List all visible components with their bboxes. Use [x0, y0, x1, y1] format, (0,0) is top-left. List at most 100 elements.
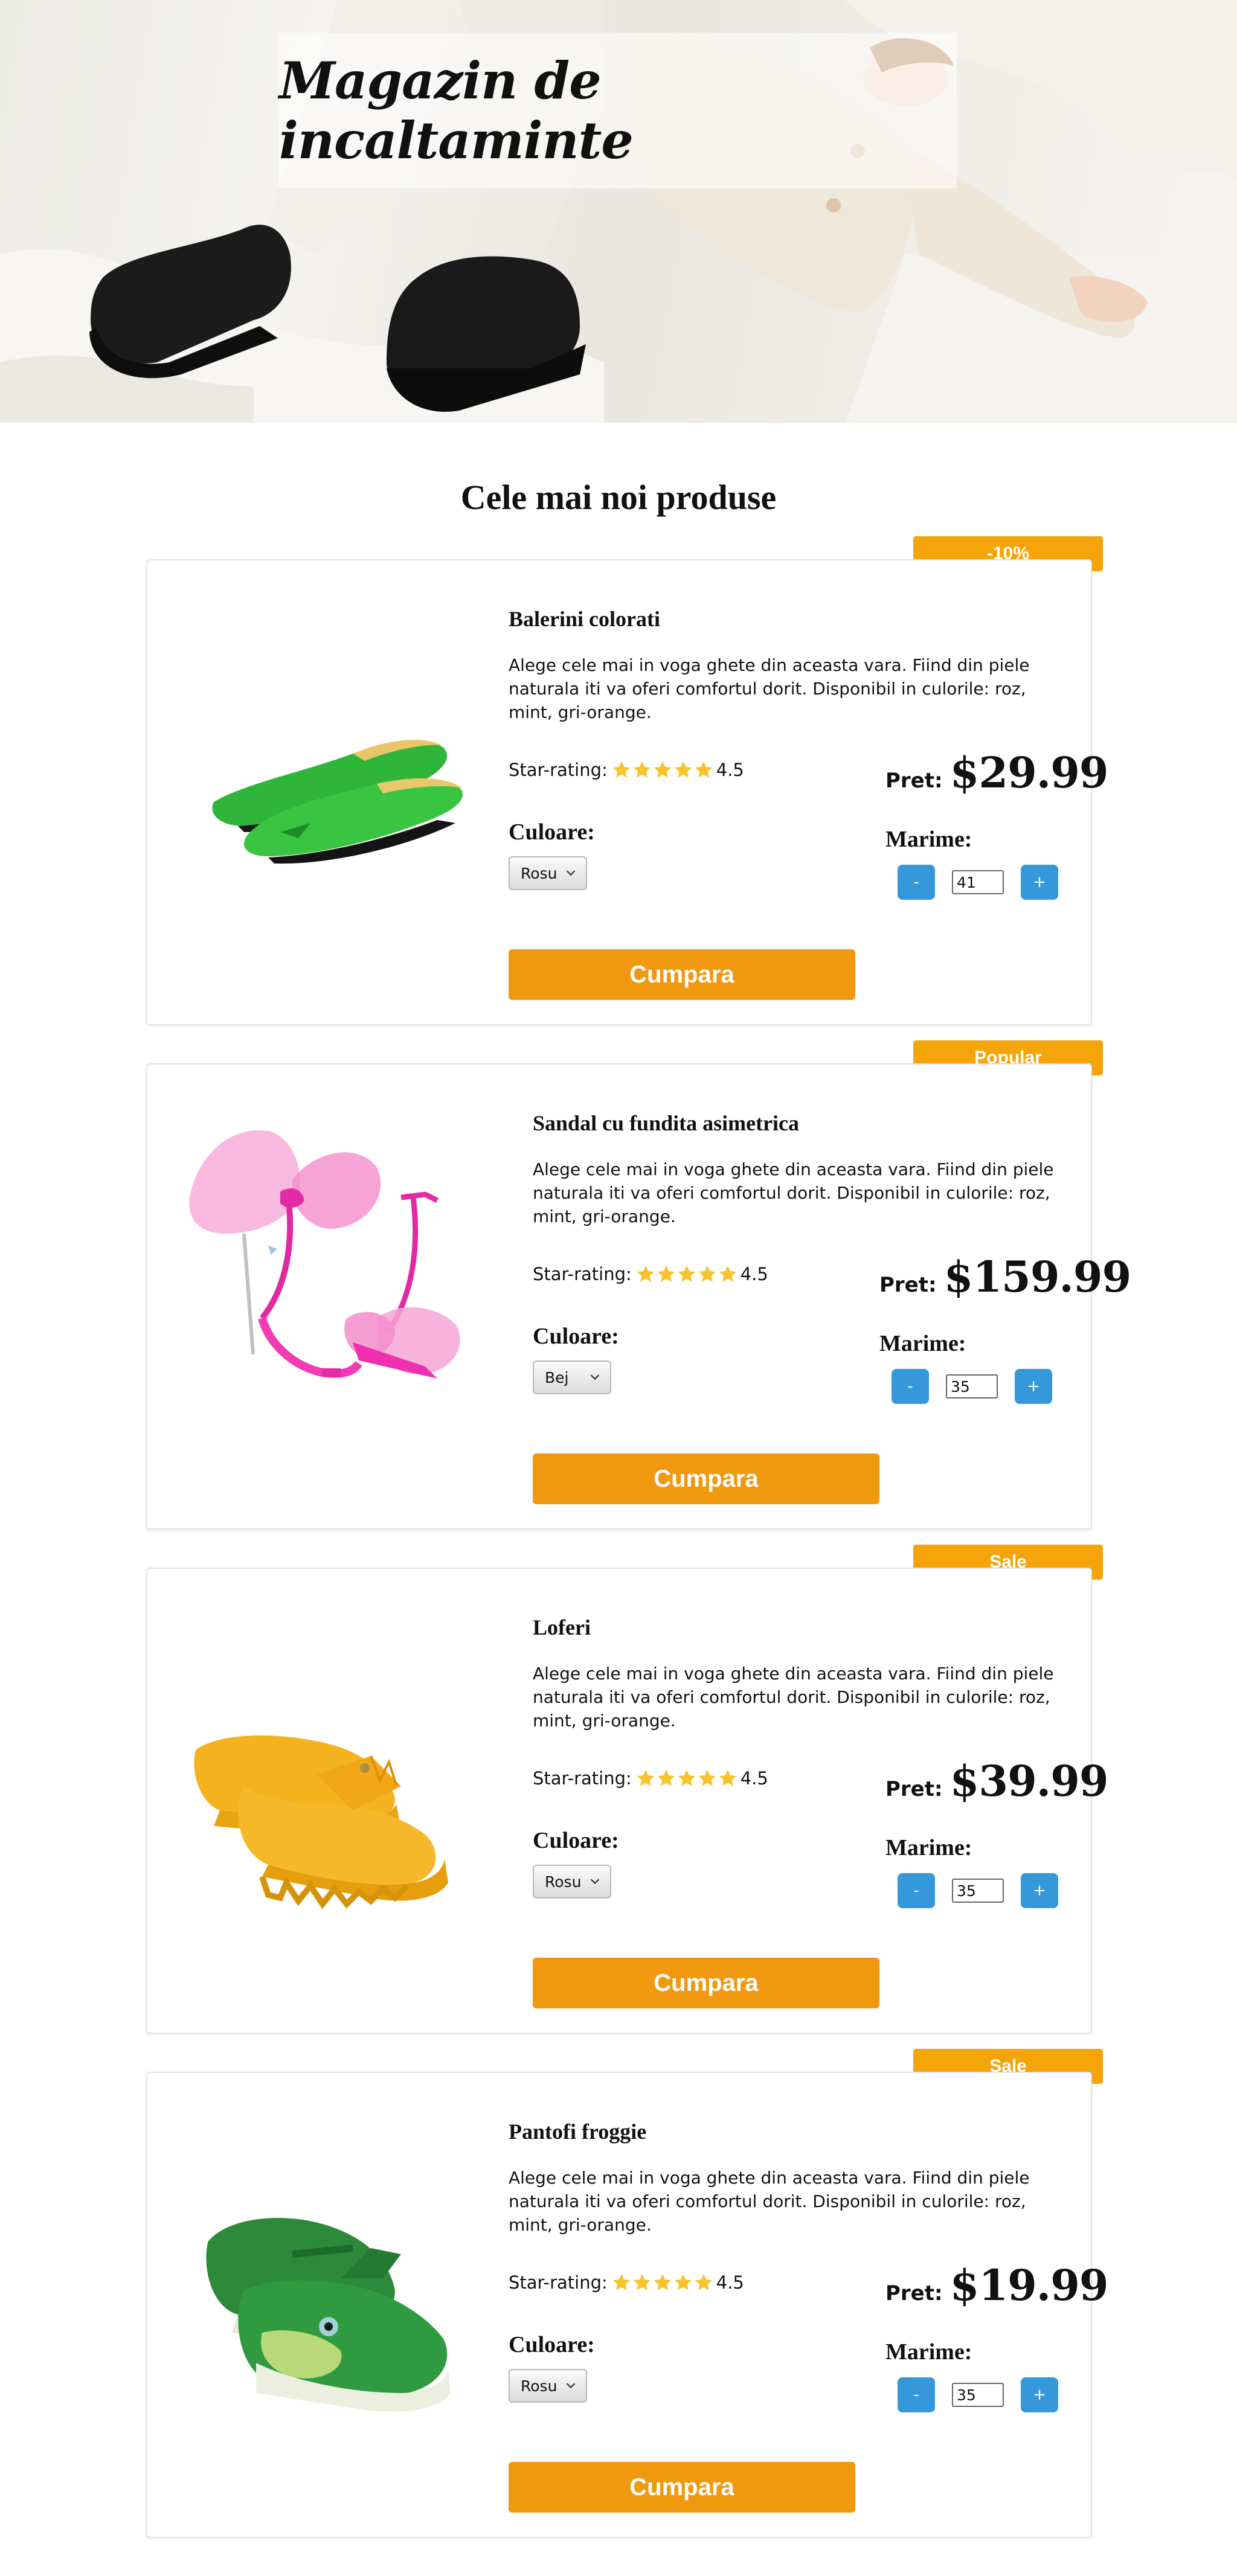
size-label: Marime: [885, 827, 972, 852]
product-price: Pret: $159.99 [879, 1252, 1131, 1302]
buy-button[interactable]: Cumpara [533, 1453, 879, 1504]
product-price: Pret: $39.99 [885, 1756, 1109, 1806]
product-description: Alege cele mai in voga ghete din aceasta… [509, 655, 1030, 722]
rating-stars [635, 1264, 738, 1284]
star-icon [633, 761, 651, 778]
buy-button[interactable]: Cumpara [509, 949, 855, 1000]
size-input[interactable]: 35 [946, 1374, 998, 1399]
price-value: $19.99 [949, 2260, 1109, 2310]
size-input[interactable]: 41 [952, 870, 1004, 894]
product-name: Sandal cu fundita asimetrica [533, 1111, 800, 1135]
size-minus-button[interactable]: - [892, 1369, 929, 1404]
size-plus-button[interactable]: + [1021, 865, 1058, 900]
section-title: Cele mai noi produse [460, 478, 777, 517]
colour-label: Culoare: [509, 819, 595, 845]
colour-label: Culoare: [509, 2332, 595, 2357]
product-rating: Star-rating: 4.5 [509, 760, 744, 780]
chevron-down-icon [566, 2383, 576, 2389]
size-plus-button[interactable]: + [1021, 2377, 1058, 2412]
size-input[interactable]: 35 [952, 2383, 1004, 2407]
size-label: Marime: [885, 1835, 972, 1860]
product-name: Pantofi froggie [509, 2119, 647, 2144]
colour-select[interactable]: Rosu [509, 856, 587, 890]
chevron-down-icon [590, 1374, 600, 1380]
product-description: Alege cele mai in voga ghete din aceasta… [509, 2168, 1030, 2235]
star-icon [695, 761, 712, 778]
colour-select-value: Bej [545, 1368, 569, 1386]
rating-stars [611, 2272, 714, 2293]
product-card: Loferi Alege cele mai in voga ghete din … [146, 1568, 1109, 2034]
colour-label: Culoare: [533, 1828, 619, 1853]
star-icon [698, 1265, 716, 1282]
star-icon [674, 2273, 692, 2290]
price-value: $39.99 [949, 1756, 1109, 1806]
star-icon [633, 2273, 651, 2290]
buy-button[interactable]: Cumpara [533, 1958, 879, 2008]
product-card: Balerini colorati Alege cele mai in voga… [146, 559, 1109, 1025]
rating-value: 4.5 [716, 2272, 744, 2293]
rating-stars [635, 1768, 738, 1789]
price-label: Pret: [885, 2281, 943, 2305]
size-minus-button[interactable]: - [898, 2377, 935, 2412]
rating-value: 4.5 [740, 1264, 768, 1284]
star-icon [612, 2273, 630, 2290]
price-label: Pret: [885, 1777, 943, 1801]
star-icon [674, 761, 692, 778]
chevron-down-icon [590, 1879, 600, 1885]
star-icon [654, 2273, 671, 2290]
rating-value: 4.5 [740, 1768, 768, 1789]
size-label: Marime: [885, 2339, 972, 2365]
product-description: Alege cele mai in voga ghete din aceasta… [533, 1664, 1054, 1731]
colour-select-value: Rosu [545, 1873, 582, 1891]
price-label: Pret: [885, 769, 943, 793]
hero-banner: Magazin de incaltaminte [0, 0, 1237, 423]
green-ballet-flats-image [212, 740, 463, 864]
size-stepper: - 35 + [892, 1369, 1052, 1404]
price-value: $159.99 [943, 1252, 1132, 1302]
price-label: Pret: [879, 1273, 937, 1297]
size-stepper: - 41 + [898, 865, 1058, 900]
rating-value: 4.5 [716, 760, 744, 780]
size-minus-button[interactable]: - [898, 865, 935, 900]
size-plus-button[interactable]: + [1021, 1873, 1058, 1908]
colour-select[interactable]: Bej [533, 1360, 611, 1394]
star-icon [678, 1265, 695, 1282]
size-stepper: - 35 + [898, 1873, 1058, 1908]
price-value: $29.99 [949, 748, 1109, 798]
size-plus-button[interactable]: + [1015, 1369, 1052, 1404]
product-name: Loferi [533, 1615, 591, 1639]
size-label: Marime: [879, 1331, 966, 1356]
rating-label: Star-rating: [533, 1768, 632, 1789]
product-rating: Star-rating: 4.5 [533, 1768, 768, 1789]
colour-label: Culoare: [533, 1324, 619, 1349]
hero-title-box: Magazin de incaltaminte [279, 33, 957, 188]
colour-select-value: Rosu [521, 2377, 557, 2395]
colour-select[interactable]: Rosu [533, 1865, 611, 1898]
star-icon [612, 761, 630, 778]
star-icon [695, 2273, 712, 2290]
product-rating: Star-rating: 4.5 [509, 2272, 744, 2293]
product-name: Balerini colorati [509, 607, 660, 631]
star-icon [719, 1265, 736, 1282]
colour-select-value: Rosu [521, 864, 557, 882]
buy-button[interactable]: Cumpara [509, 2462, 855, 2513]
colour-select[interactable]: Rosu [509, 2369, 587, 2403]
rating-label: Star-rating: [509, 2272, 608, 2293]
size-input[interactable]: 35 [952, 1879, 1004, 1903]
star-icon [657, 1265, 675, 1282]
hero-title: Magazin de incaltaminte [279, 51, 634, 170]
size-minus-button[interactable]: - [898, 1873, 935, 1908]
rating-stars [611, 760, 714, 780]
product-card: Pantofi froggie Alege cele mai in voga g… [146, 2072, 1109, 2538]
star-icon [654, 761, 671, 778]
star-icon [678, 1769, 695, 1786]
green-frog-shoes-image [206, 2218, 451, 2412]
star-icon [637, 1265, 654, 1282]
star-icon [719, 1769, 736, 1786]
size-stepper: - 35 + [898, 2377, 1058, 2412]
product-price: Pret: $29.99 [885, 748, 1109, 798]
rating-label: Star-rating: [533, 1264, 632, 1284]
product-rating: Star-rating: 4.5 [533, 1264, 768, 1284]
star-icon [698, 1769, 716, 1786]
star-icon [637, 1769, 654, 1786]
